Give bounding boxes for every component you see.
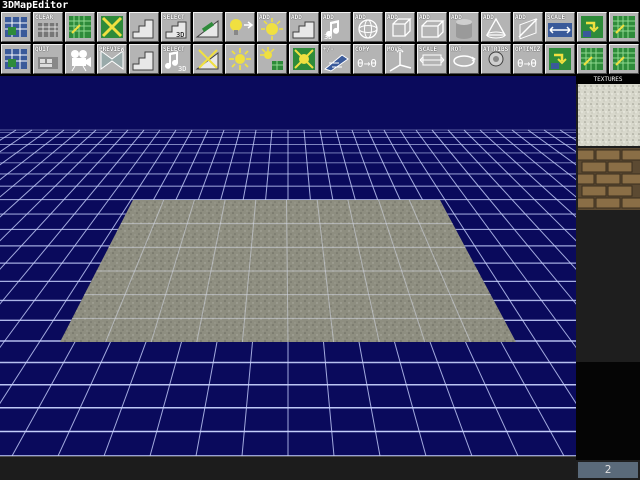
add-object-button[interactable]: ADD	[289, 12, 319, 42]
optimize-button[interactable]: θ→θ OPTIMIZ	[513, 44, 543, 74]
grid-map-icon	[613, 16, 635, 38]
add-sphere-button[interactable]: ADD	[353, 12, 383, 42]
status-bar	[0, 456, 576, 480]
brick-texture-icon	[569, 148, 640, 210]
texture-brick[interactable]	[569, 148, 640, 210]
add-box-label: ADD	[419, 14, 430, 21]
attribs-button[interactable]: ATTRIBS	[481, 44, 511, 74]
texture-apply-button[interactable]	[577, 12, 607, 42]
grid-wall-icon	[5, 17, 27, 37]
select-3d-label: SELECT	[163, 14, 185, 21]
scale-xyz-button[interactable]: SCALE	[545, 12, 575, 42]
add-cone-label: ADD	[483, 14, 494, 21]
preview-label: PREVIEW	[99, 46, 125, 53]
no-light-button[interactable]	[289, 44, 319, 74]
camera-icon	[71, 50, 91, 72]
sun-icon	[229, 48, 251, 70]
sun-button[interactable]	[225, 44, 255, 74]
move-label: MOVE	[387, 46, 402, 53]
select-sound-button[interactable]: 3D SELECT	[161, 44, 191, 74]
texture-page-number[interactable]: 2	[578, 462, 638, 478]
light-bulb-icon	[230, 19, 254, 35]
quit-button[interactable]: QUIT	[33, 44, 63, 74]
svg-text:θ→θ: θ→θ	[357, 57, 377, 70]
copy-button[interactable]: θ→θ COPY	[353, 44, 383, 74]
toolbar: CLEAR 3D SELECT ADD ADD 3D ADD ADD ADD ADD ADD ADD A…	[0, 12, 640, 76]
no-ramp-icon	[195, 49, 219, 70]
texture-apply-icon	[581, 16, 603, 38]
light-bulb-button[interactable]	[225, 12, 255, 42]
cross-delete-icon	[101, 16, 123, 38]
window-title: 3DMapEditor	[2, 0, 69, 11]
plus-minus-label: +/-	[323, 46, 334, 53]
scale-xyz-label: SCALE	[547, 14, 566, 21]
grid-wall-icon	[5, 49, 27, 69]
add-sphere-label: ADD	[355, 14, 366, 21]
texture-panel: TEXTURES 2	[569, 76, 640, 480]
stairs-3d-button[interactable]	[129, 44, 159, 74]
grid-map-icon	[581, 48, 603, 70]
select-3d-button[interactable]: 3D SELECT	[161, 12, 191, 42]
rotate-button[interactable]: ROT	[449, 44, 479, 74]
load-button[interactable]	[1, 44, 31, 74]
quit-label: QUIT	[35, 46, 50, 53]
clear-button[interactable]: CLEAR	[33, 12, 63, 42]
svg-text:θ→θ: θ→θ	[517, 57, 537, 70]
add-cube-button[interactable]: ADD	[385, 12, 415, 42]
sun-grid-icon	[260, 47, 283, 70]
no-light-icon	[293, 48, 315, 70]
3d-viewport[interactable]	[0, 76, 576, 456]
select-sound-label: SELECT	[163, 46, 185, 53]
texture-list-empty	[576, 362, 640, 460]
add-cube-label: ADD	[387, 14, 398, 21]
map-wall-button[interactable]	[1, 12, 31, 42]
ramp-icon	[195, 19, 219, 38]
clear-label: CLEAR	[35, 14, 54, 21]
add-cone-button[interactable]: ADD	[481, 12, 511, 42]
add-plane-button[interactable]: ADD	[513, 12, 543, 42]
svg-text:3D: 3D	[178, 65, 186, 73]
textures-header: TEXTURES	[576, 76, 640, 84]
editor-window: 3DMapEditor CLEAR 3D SELECT ADD ADD 3D ADD ADD A…	[0, 0, 640, 480]
stairs-icon	[132, 19, 154, 39]
add-sound-button[interactable]: 3D ADD	[321, 12, 351, 42]
grid-view	[0, 76, 576, 456]
add-sound-label: ADD	[323, 14, 334, 21]
optimize-label: OPTIMIZ	[515, 46, 541, 53]
grid-map-2-button[interactable]	[577, 44, 607, 74]
add-light-label: ADD	[259, 14, 270, 21]
attribs-label: ATTRIBS	[483, 46, 509, 53]
scale-button[interactable]: SCALE	[417, 44, 447, 74]
add-object-label: ADD	[291, 14, 302, 21]
plus-minus-button[interactable]: +/-	[321, 44, 351, 74]
delete-button[interactable]	[97, 12, 127, 42]
copy-label: COPY	[355, 46, 370, 53]
grid-map-icon	[613, 48, 635, 70]
scale-label: SCALE	[419, 46, 438, 53]
texture-concrete[interactable]	[578, 84, 640, 146]
rotate-label: ROT	[451, 46, 462, 53]
add-cylinder-label: ADD	[451, 14, 462, 21]
ramp-button[interactable]	[193, 12, 223, 42]
svg-text:3D: 3D	[324, 33, 332, 41]
add-cylinder-button[interactable]: ADD	[449, 12, 479, 42]
green-grid-icon	[69, 16, 91, 38]
grid-map-button[interactable]	[609, 12, 639, 42]
stairs-icon	[132, 51, 154, 71]
green-grid-button[interactable]	[65, 12, 95, 42]
sun-grid-button[interactable]	[257, 44, 287, 74]
concrete-texture-icon	[578, 84, 640, 146]
texture-pick-button[interactable]	[545, 44, 575, 74]
add-plane-label: ADD	[515, 14, 526, 21]
camera-button[interactable]	[65, 44, 95, 74]
add-box-button[interactable]: ADD	[417, 12, 447, 42]
svg-text:3D: 3D	[176, 31, 184, 39]
add-light-button[interactable]: ADD	[257, 12, 287, 42]
grid-map-3-button[interactable]	[609, 44, 639, 74]
stairs-button[interactable]	[129, 12, 159, 42]
texture-pick-icon	[549, 48, 571, 70]
preview-button[interactable]: PREVIEW	[97, 44, 127, 74]
move-button[interactable]: MOVE	[385, 44, 415, 74]
no-ramp-button[interactable]	[193, 44, 223, 74]
